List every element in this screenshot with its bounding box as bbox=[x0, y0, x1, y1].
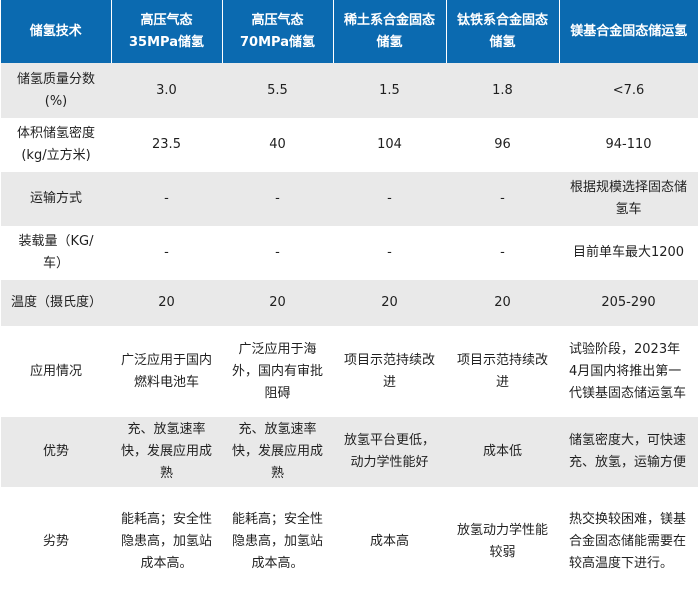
table-cell: 20 bbox=[333, 279, 446, 328]
table-cell: - bbox=[446, 171, 559, 228]
table-cell: 3.0 bbox=[111, 63, 222, 120]
table-cell: 热交换较困难，镁基合金固态储能需要在较高温度下进行。 bbox=[559, 488, 698, 597]
row-label: 温度（摄氏度） bbox=[1, 279, 111, 328]
table-cell: 5.5 bbox=[222, 63, 333, 120]
table-cell: 能耗高；安全性隐患高，加氢站成本高。 bbox=[222, 488, 333, 597]
table-row: 应用情况 广泛应用于国内燃料电池车 广泛应用于海外，国内有审批阻碍 项目示范持续… bbox=[1, 327, 698, 417]
row-label: 应用情况 bbox=[1, 327, 111, 417]
table-cell: 项目示范持续改进 bbox=[446, 327, 559, 417]
table-cell: 1.5 bbox=[333, 63, 446, 120]
table-cell: 94-110 bbox=[559, 119, 698, 172]
table-cell: 广泛应用于国内燃料电池车 bbox=[111, 327, 222, 417]
table-cell: 成本高 bbox=[333, 488, 446, 597]
row-label: 装载量（KG/车） bbox=[1, 227, 111, 280]
table-cell: - bbox=[446, 227, 559, 280]
table-cell: 205-290 bbox=[559, 279, 698, 328]
table-row: 温度（摄氏度） 20 20 20 20 205-290 bbox=[1, 279, 698, 328]
table-cell: - bbox=[222, 227, 333, 280]
table-row: 运输方式 - - - - 根据规模选择固态储氢车 bbox=[1, 171, 698, 228]
table-row: 装载量（KG/车） - - - - 目前单车最大1200 bbox=[1, 227, 698, 280]
table-cell: <7.6 bbox=[559, 63, 698, 120]
table-cell: 40 bbox=[222, 119, 333, 172]
table-cell: 成本低 bbox=[446, 416, 559, 489]
table-cell: 1.8 bbox=[446, 63, 559, 120]
table-cell: 目前单车最大1200 bbox=[559, 227, 698, 280]
table-row: 体积储氢密度(kg/立方米) 23.5 40 104 96 94-110 bbox=[1, 119, 698, 172]
header-cell-rare-earth: 稀土系合金固态储氢 bbox=[333, 0, 447, 63]
table-cell: 储氢密度大，可快速充、放氢，运输方便 bbox=[559, 416, 698, 489]
table-cell: 充、放氢速率快，发展应用成熟 bbox=[222, 416, 333, 489]
table-cell: 根据规模选择固态储氢车 bbox=[559, 171, 698, 228]
table-cell: 96 bbox=[446, 119, 559, 172]
table-row: 储氢质量分数(%) 3.0 5.5 1.5 1.8 <7.6 bbox=[1, 63, 698, 120]
table-cell: - bbox=[111, 171, 222, 228]
row-label: 优势 bbox=[1, 416, 111, 489]
table-cell: 试验阶段，2023年4月国内将推出第一代镁基固态储运氢车 bbox=[559, 327, 698, 417]
header-cell-mg: 镁基合金固态储运氢 bbox=[559, 0, 698, 63]
header-cell-35mpa: 高压气态35MPa储氢 bbox=[111, 0, 223, 63]
table-cell: 104 bbox=[333, 119, 446, 172]
table-cell: 20 bbox=[446, 279, 559, 328]
table-cell: 23.5 bbox=[111, 119, 222, 172]
header-cell-tech: 储氢技术 bbox=[1, 0, 112, 63]
table-cell: - bbox=[333, 171, 446, 228]
table-cell: 充、放氢速率快，发展应用成熟 bbox=[111, 416, 222, 489]
table-cell: - bbox=[222, 171, 333, 228]
table-cell: 能耗高；安全性隐患高，加氢站成本高。 bbox=[111, 488, 222, 597]
table-row: 优势 充、放氢速率快，发展应用成熟 充、放氢速率快，发展应用成熟 放氢平台更低，… bbox=[1, 416, 698, 489]
row-label: 体积储氢密度(kg/立方米) bbox=[1, 119, 111, 172]
table-cell: 20 bbox=[111, 279, 222, 328]
table-row: 劣势 能耗高；安全性隐患高，加氢站成本高。 能耗高；安全性隐患高，加氢站成本高。… bbox=[1, 488, 698, 597]
row-label: 劣势 bbox=[1, 488, 111, 597]
table-cell: 20 bbox=[222, 279, 333, 328]
header-cell-70mpa: 高压气态70MPa储氢 bbox=[222, 0, 334, 63]
row-label: 运输方式 bbox=[1, 171, 111, 228]
table-cell: - bbox=[333, 227, 446, 280]
header-row: 储氢技术 高压气态35MPa储氢 高压气态70MPa储氢 稀土系合金固态储氢 钛… bbox=[1, 0, 698, 63]
table-cell: 放氢平台更低，动力学性能好 bbox=[333, 416, 446, 489]
table-cell: 项目示范持续改进 bbox=[333, 327, 446, 417]
row-label: 储氢质量分数(%) bbox=[1, 63, 111, 120]
hydrogen-storage-comparison-table: 储氢技术 高压气态35MPa储氢 高压气态70MPa储氢 稀土系合金固态储氢 钛… bbox=[1, 0, 698, 597]
table-cell: 放氢动力学性能较弱 bbox=[446, 488, 559, 597]
table-cell: 广泛应用于海外，国内有审批阻碍 bbox=[222, 327, 333, 417]
header-cell-ti-fe: 钛铁系合金固态储氢 bbox=[446, 0, 560, 63]
table-cell: - bbox=[111, 227, 222, 280]
